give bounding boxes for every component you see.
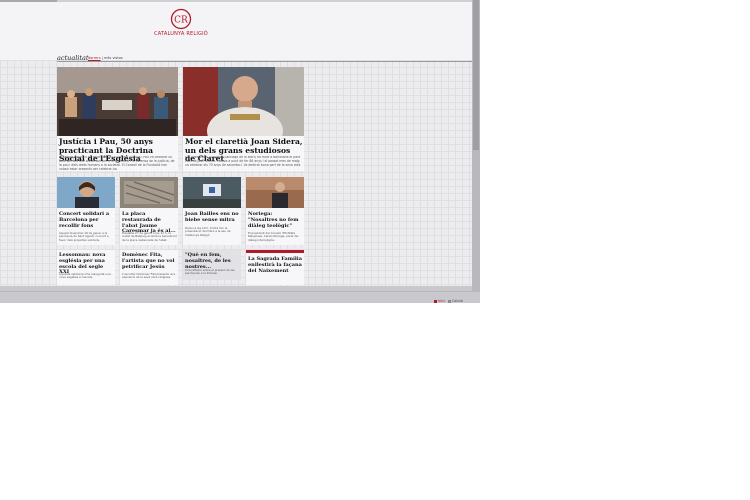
scrollbar-thumb[interactable] (473, 0, 479, 150)
article-image (57, 177, 115, 208)
section-divider (57, 61, 472, 62)
logo-text: CATALUNYA RELIGIÓ (154, 31, 208, 37)
filter-link-recent[interactable]: darrers (88, 56, 101, 60)
vertical-scrollbar[interactable] (472, 0, 480, 292)
article-card[interactable]: La placa restaurada de l'abat Jaume Care… (120, 177, 178, 245)
article-card[interactable]: Domènec Fita, l'artista que no vol petri… (120, 250, 178, 285)
footer-link-home[interactable]: Inici (434, 299, 445, 303)
article-title[interactable]: La Sagrada Família enllestirà la façana … (248, 256, 303, 274)
article-lede: Dijous a les 19 h, tindrà lloc la presen… (185, 227, 231, 237)
article-card[interactable]: Noriega: "Nosaltres no fem diàleg teològ… (246, 177, 304, 245)
site-header: CR CATALUNYA RELIGIÓ (0, 2, 472, 60)
article-lede: Una reflexió sobre el present de les par… (185, 269, 235, 276)
article-lede: El president del Consell d'Entitats Reli… (248, 232, 299, 242)
article-image (183, 177, 241, 208)
article-card[interactable]: Concert solidari a Barcelona per recolli… (57, 177, 115, 245)
article-title[interactable]: Joan Bailles ens no biebe sense mitra (185, 211, 240, 224)
section-filter-links: darrers | més vistos (88, 56, 123, 60)
site-logo[interactable]: CR CATALUNYA RELIGIÓ (154, 8, 208, 37)
featured-article-image (183, 67, 304, 136)
featured-article-lede: El Claretianum Augustin (Santiago de la … (185, 156, 302, 167)
featured-article-card[interactable]: Mor el claretià Joan Sidera, un dels gra… (183, 67, 304, 171)
highlight-bar (246, 250, 304, 253)
featured-article-image (57, 67, 178, 136)
article-lede: Aquest divendres 19 de gener a la parròq… (59, 232, 109, 242)
page-viewport: CR CATALUNYA RELIGIÓ actualitat darrers … (0, 0, 480, 303)
bottom-divider (0, 291, 480, 292)
bottom-band (0, 286, 480, 303)
article-title[interactable]: Noriega: "Nosaltres no fem diàleg teològ… (248, 211, 303, 229)
home-icon (434, 299, 437, 303)
filter-link-most-viewed[interactable]: més vistos (104, 56, 123, 60)
footer-link-language[interactable]: Català (447, 299, 463, 303)
featured-article-card[interactable]: Justícia i Pau, 50 anys practicant la Do… (57, 67, 178, 171)
logo-monogram-icon: CR (170, 8, 192, 30)
footer-links: Inici Català (434, 299, 463, 303)
logo-monogram-text: CR (174, 16, 188, 26)
article-lede: Dissabte 27 de gener a les 12 h, la ciut… (122, 232, 177, 242)
featured-article-lede: El passat dilluns 4 de gener de 2018 l'e… (59, 156, 175, 170)
footer-link-home-label: Inici (438, 299, 445, 303)
article-title[interactable]: "Què en fem, nosaltres, de les nostres..… (185, 252, 240, 270)
article-lede: L'escultor Domènec Fita presenta una exp… (122, 273, 176, 280)
article-lede: Aquesta setmana s'ha inaugurat una nova … (59, 273, 111, 280)
article-image (120, 177, 178, 208)
footer-link-language-label: Català (451, 299, 463, 303)
article-image (246, 177, 304, 208)
article-card[interactable]: La Sagrada Família enllestirà la façana … (246, 250, 304, 285)
article-card[interactable]: "Què en fem, nosaltres, de les nostres..… (183, 250, 241, 280)
article-title[interactable]: Domènec Fita, l'artista que no vol petri… (122, 252, 177, 270)
article-title[interactable]: Concert solidari a Barcelona per recolli… (59, 211, 114, 229)
article-card[interactable]: Joan Bailles ens no biebe sense mitra Di… (183, 177, 241, 245)
language-icon (447, 299, 451, 303)
article-card[interactable]: Lessonnau: nova església per una escola … (57, 250, 115, 285)
